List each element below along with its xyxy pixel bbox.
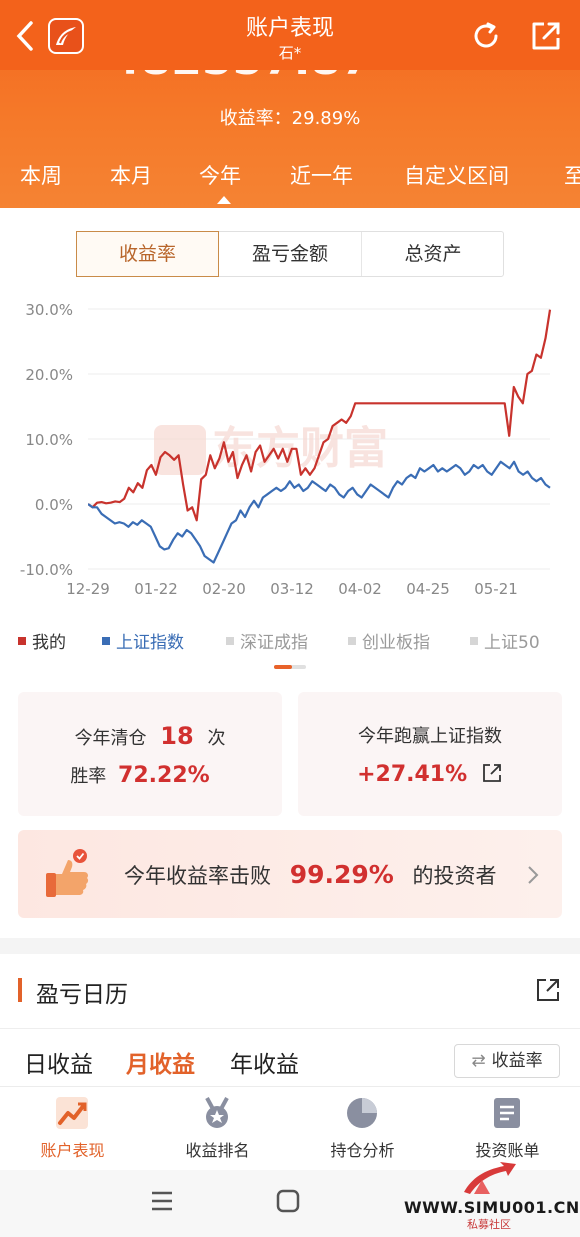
clear-stats-card: 今年清仓 18 次 胜率 72.22%: [18, 692, 282, 816]
period-tab[interactable]: 至: [564, 160, 580, 190]
watermark-url: WWW.SIMU001.CN: [404, 1198, 580, 1217]
beat-index-label: 今年跑赢上证指数: [358, 726, 502, 747]
chart-legend: 我的 上证指数 深证成指 创业板指 上证50: [18, 628, 578, 654]
period-tab[interactable]: 近一年: [290, 160, 353, 190]
clear-count: 18: [160, 722, 194, 750]
chevron-right-icon: [528, 866, 539, 884]
x-tick-label: 04-02: [338, 580, 382, 598]
section-accent-bar: [18, 978, 22, 1002]
legend-item-shanghai-index[interactable]: 上证指数: [102, 628, 184, 653]
rate-toggle-label: 收益率: [491, 1051, 543, 1071]
beat-investors-banner[interactable]: 今年收益率击败 99.29% 的投资者: [18, 830, 562, 918]
segment-profit-amount[interactable]: 盈亏金额: [219, 232, 361, 276]
clear-suffix: 次: [207, 728, 226, 749]
y-tick-label: 20.0%: [25, 366, 73, 384]
period-tab[interactable]: 自定义区间: [404, 160, 509, 190]
y-tick-label: -10.0%: [20, 561, 73, 579]
legend-item-sse50[interactable]: 上证50: [470, 628, 540, 653]
tab-account-performance[interactable]: 账户表现: [0, 1087, 145, 1171]
legend-label: 上证50: [484, 633, 540, 653]
bill-icon: [494, 1098, 520, 1128]
legend-label: 上证指数: [116, 633, 184, 653]
watermark-logo-icon: [464, 1162, 516, 1194]
series-line: [88, 309, 552, 522]
section-gap: [0, 938, 580, 954]
win-rate-line: 胜率 72.22%: [8, 762, 272, 788]
series-line: [88, 460, 551, 564]
beat-index-line: +27.41%: [298, 762, 562, 787]
return-rate-label: 收益率：29.89%: [219, 108, 361, 129]
share-small-icon[interactable]: [481, 762, 503, 784]
beat-index-card[interactable]: 今年跑赢上证指数 +27.41%: [298, 692, 562, 816]
thumbs-up-icon: [46, 849, 89, 897]
watermark-label: 私募社区: [467, 1218, 511, 1231]
win-rate-value: 72.22%: [118, 763, 210, 788]
beat-text: 今年收益率击败 99.29% 的投资者: [124, 860, 497, 890]
swap-icon: ⇄: [471, 1051, 486, 1071]
period-tabs: 本周 本月 今年 近一年 自定义区间 至: [0, 160, 580, 204]
trend-chart-icon: [56, 1097, 88, 1129]
divider: [0, 1028, 580, 1029]
metric-segmented-control: 收益率 盈亏金额 总资产: [76, 231, 504, 277]
beat-prefix: 今年收益率击败: [124, 864, 271, 888]
pie-chart-icon: [347, 1098, 377, 1128]
legend-swatch: [226, 637, 234, 645]
site-watermark: WWW.SIMU001.CN 私募社区: [404, 1158, 579, 1234]
share-icon[interactable]: [530, 20, 562, 56]
y-tick-label: 30.0%: [25, 301, 73, 319]
medal-icon: [205, 1097, 229, 1128]
y-tick-label: 0.0%: [35, 496, 73, 514]
x-tick-label: 04-25: [406, 580, 450, 598]
return-line-chart[interactable]: 30.0%20.0%10.0%0.0%-10.0% 东方财富 12-29 01-2…: [0, 295, 580, 605]
calendar-tab-daily[interactable]: 日收益: [24, 1045, 93, 1079]
clear-prefix: 今年清仓: [74, 728, 147, 749]
calendar-tab-monthly[interactable]: 月收益: [126, 1045, 195, 1079]
beat-index-value: +27.41%: [357, 762, 468, 787]
beat-percent: 99.29%: [289, 860, 394, 889]
refresh-icon[interactable]: [470, 20, 502, 56]
x-tick-label: 05-21: [474, 580, 518, 598]
legend-item-shenzhen-index[interactable]: 深证成指: [226, 628, 308, 653]
x-tick-label: 03-12: [270, 580, 314, 598]
rate-toggle-button[interactable]: ⇄ 收益率: [454, 1044, 560, 1078]
period-tab[interactable]: 本周: [20, 160, 62, 190]
legend-swatch: [470, 637, 478, 645]
beat-suffix: 的投资者: [412, 864, 497, 888]
legend-item-mine[interactable]: 我的: [18, 628, 66, 653]
calendar-share-icon[interactable]: [534, 976, 562, 1008]
calendar-tab-yearly[interactable]: 年收益: [230, 1045, 299, 1079]
segment-return-rate[interactable]: 收益率: [76, 231, 219, 277]
legend-pager: [274, 665, 306, 669]
tab-label: 账户表现: [40, 1141, 105, 1160]
legend-swatch: [18, 637, 26, 645]
segment-total-assets[interactable]: 总资产: [362, 232, 504, 276]
pager-indicator: [274, 665, 292, 669]
menu-icon[interactable]: [150, 1190, 174, 1212]
y-tick-label: 10.0%: [25, 431, 73, 449]
x-tick-label: 02-20: [202, 580, 246, 598]
legend-label: 创业板指: [362, 633, 430, 653]
legend-label: 深证成指: [240, 633, 308, 653]
legend-label: 我的: [32, 633, 66, 653]
period-tab-active[interactable]: 今年: [199, 160, 241, 204]
win-rate-label: 胜率: [70, 766, 107, 787]
tab-return-ranking[interactable]: 收益排名: [145, 1087, 290, 1171]
legend-item-chinext-index[interactable]: 创业板指: [348, 628, 430, 653]
calendar-title: 盈亏日历: [36, 982, 128, 1008]
tab-label: 收益排名: [185, 1141, 250, 1160]
home-icon[interactable]: [276, 1189, 300, 1213]
clear-count-line: 今年清仓 18 次: [18, 722, 282, 750]
legend-swatch: [348, 637, 356, 645]
x-tick-label: 01-22: [134, 580, 178, 598]
x-tick-label: 12-29: [66, 580, 110, 598]
legend-swatch: [102, 637, 110, 645]
period-tab[interactable]: 本月: [110, 160, 152, 190]
